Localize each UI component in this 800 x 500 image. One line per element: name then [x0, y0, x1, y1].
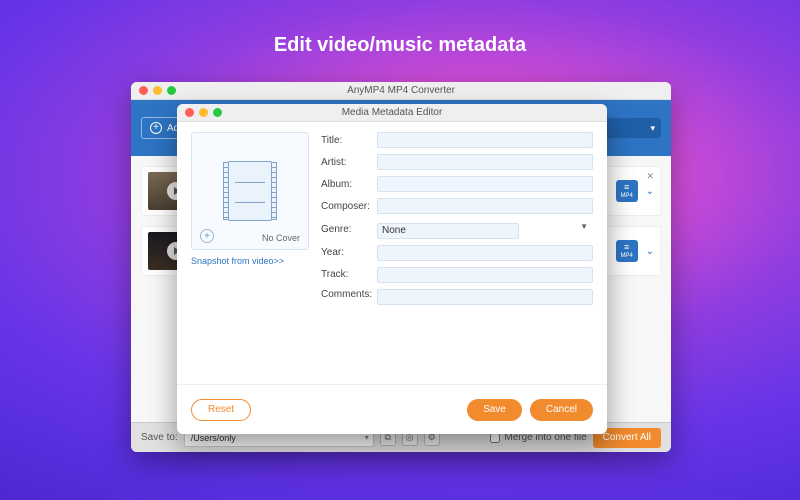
remove-item-icon[interactable]: ✕	[646, 171, 654, 182]
modal-titlebar: Media Metadata Editor	[177, 104, 607, 122]
chevron-down-icon: ▾	[365, 433, 369, 442]
comments-label: Comments:	[321, 289, 377, 300]
cancel-button[interactable]: Cancel	[530, 399, 593, 421]
title-label: Title:	[321, 135, 377, 146]
year-label: Year:	[321, 247, 377, 258]
modal-footer: Reset Save Cancel	[177, 384, 607, 434]
snapshot-from-video-link[interactable]: Snapshot from video>>	[191, 256, 284, 266]
genre-select[interactable]	[377, 223, 519, 239]
genre-label: Genre:	[321, 224, 377, 235]
year-field[interactable]	[377, 245, 593, 261]
composer-label: Composer:	[321, 201, 377, 212]
film-icon	[228, 161, 272, 221]
plus-icon: +	[150, 122, 162, 134]
comments-field[interactable]	[377, 289, 593, 305]
artist-field[interactable]	[377, 154, 593, 170]
artist-label: Artist:	[321, 157, 377, 168]
no-cover-label: No Cover	[262, 233, 300, 243]
save-to-label: Save to:	[141, 432, 178, 443]
chevron-down-icon[interactable]: ⌄	[646, 246, 654, 257]
title-field[interactable]	[377, 132, 593, 148]
converter-titlebar: AnyMP4 MP4 Converter	[131, 82, 671, 100]
chevron-down-icon[interactable]: ⌄	[646, 186, 654, 197]
cover-art-box[interactable]: + No Cover	[191, 132, 309, 250]
format-chip[interactable]: MP4	[616, 240, 638, 262]
album-field[interactable]	[377, 176, 593, 192]
chevron-down-icon: ▼	[580, 222, 588, 231]
converter-title: AnyMP4 MP4 Converter	[131, 85, 671, 96]
merge-checkbox-input[interactable]	[490, 433, 500, 443]
format-chip[interactable]: MP4	[616, 180, 638, 202]
modal-title: Media Metadata Editor	[177, 107, 607, 118]
hero-title: Edit video/music metadata	[0, 0, 800, 57]
track-field[interactable]	[377, 267, 593, 283]
metadata-editor-window: Media Metadata Editor + No Cover Snapsho…	[177, 104, 607, 434]
album-label: Album:	[321, 179, 377, 190]
composer-field[interactable]	[377, 198, 593, 214]
save-button[interactable]: Save	[467, 399, 522, 421]
reset-button[interactable]: Reset	[191, 399, 251, 421]
output-format-dropdown[interactable]: ▾	[601, 118, 661, 138]
track-label: Track:	[321, 269, 377, 280]
add-cover-icon[interactable]: +	[200, 229, 214, 243]
metadata-form: Title: Artist: Album: Composer: Genre: ▼…	[321, 132, 593, 384]
